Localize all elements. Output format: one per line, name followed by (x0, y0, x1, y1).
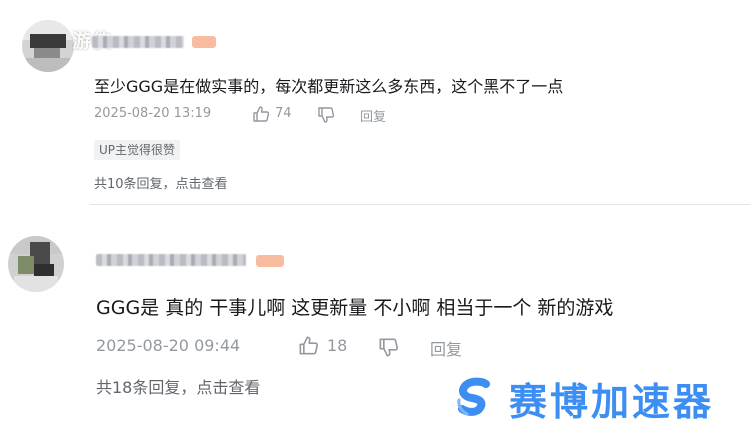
view-replies-link[interactable]: 共10条回复，点击查看 (94, 173, 228, 192)
like-count: 74 (275, 106, 292, 121)
thumb-down-icon[interactable] (317, 106, 335, 124)
comment-time: 2025-08-20 09:44 (96, 336, 241, 355)
avatar[interactable] (22, 20, 74, 72)
brand-logo-icon (449, 372, 501, 424)
view-replies-link[interactable]: 共18条回复，点击查看 (96, 374, 260, 398)
avatar[interactable] (8, 236, 64, 292)
brand-name: 赛博加速器 (509, 379, 715, 424)
reply-button[interactable]: 回复 (430, 336, 462, 360)
comment-item: 游侠 至少GGG是在做实事的，每次都更新这么多东西，这个黑不了一点 2025-0… (0, 0, 750, 205)
thumb-up-icon[interactable] (298, 335, 319, 356)
thumb-up-icon[interactable] (252, 105, 270, 123)
comment-divider (90, 204, 750, 205)
comment-text: 至少GGG是在做实事的，每次都更新这么多东西，这个黑不了一点 (94, 77, 564, 96)
username[interactable] (96, 254, 246, 266)
level-badge (256, 255, 284, 267)
up-liked-badge: UP主觉得很赞 (94, 140, 181, 160)
brand-watermark: 赛博加速器 (447, 372, 715, 424)
username[interactable] (92, 36, 184, 48)
thumb-down-icon[interactable] (378, 337, 399, 358)
comment-time: 2025-08-20 13:19 (94, 106, 212, 121)
reply-button[interactable]: 回复 (360, 106, 386, 125)
level-badge (192, 36, 216, 48)
comment-text: GGG是 真的 干事儿啊 这更新量 不小啊 相当于一个 新的游戏 (96, 297, 614, 319)
like-count: 18 (327, 336, 348, 355)
